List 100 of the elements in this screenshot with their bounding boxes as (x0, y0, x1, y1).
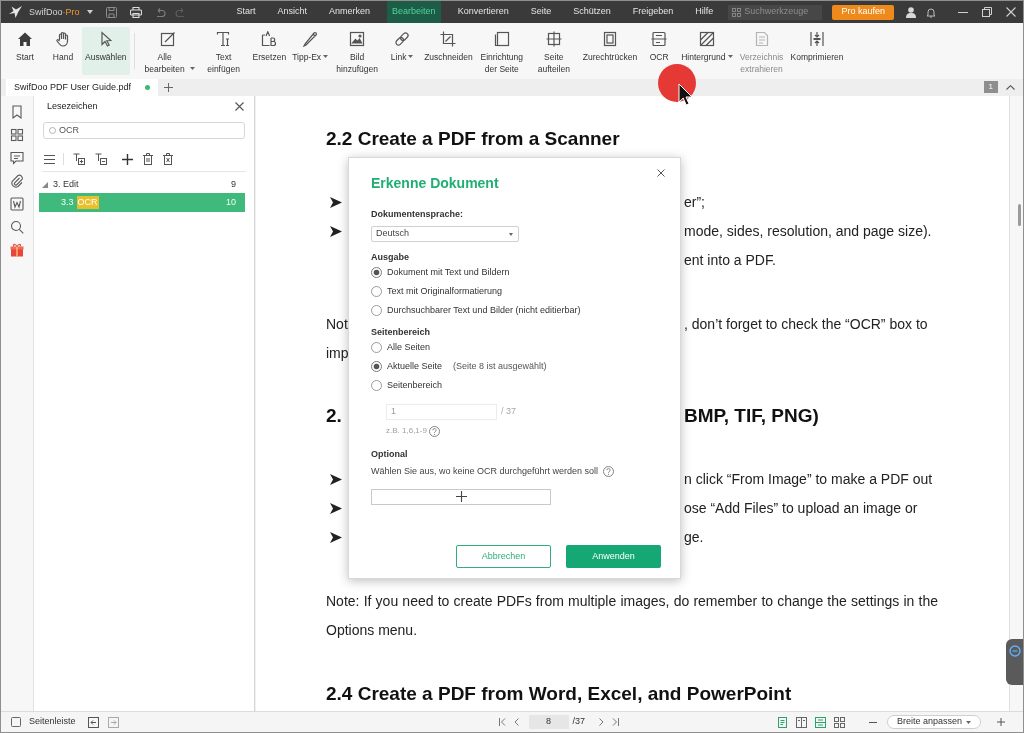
radio-button[interactable] (371, 342, 382, 353)
page-number-field[interactable]: 8 (528, 715, 569, 729)
hint-text: z.B. 1,6,1-9 (386, 425, 427, 437)
menu-tab[interactable]: Start (231, 1, 261, 23)
menu-tab[interactable]: Schützen (568, 1, 616, 23)
language-dropdown[interactable]: Deutsch (371, 226, 519, 242)
menu-tab[interactable]: Hilfe (690, 1, 719, 23)
undo-icon[interactable] (154, 7, 166, 17)
menu-tab[interactable]: Ansicht (272, 1, 313, 23)
page-grid-icon[interactable] (833, 716, 845, 728)
trash-icon[interactable] (143, 153, 153, 165)
comment-icon[interactable] (10, 151, 24, 165)
frame-icon (601, 31, 618, 47)
toolbar-button[interactable]: Komprimieren (787, 27, 847, 64)
toolbar-button[interactable]: Zurechtrücken (579, 27, 641, 64)
user-icon[interactable] (906, 6, 916, 18)
replace-icon (261, 31, 278, 47)
gift-icon[interactable] (10, 243, 24, 257)
radio-button[interactable] (371, 305, 382, 316)
bookmark-search-field[interactable]: OCR (43, 122, 245, 139)
back-icon[interactable] (87, 716, 99, 728)
bell-icon[interactable] (926, 6, 936, 18)
side-tab-icon[interactable] (1006, 639, 1023, 685)
toolbar-button[interactable]: Tipp-Ex (289, 27, 332, 64)
single-page-icon[interactable] (776, 716, 788, 728)
menu-tab[interactable]: Anmerken (324, 1, 376, 23)
expanded-triangle-icon[interactable] (42, 181, 48, 188)
toolbar-button[interactable]: Auswählen (82, 27, 130, 75)
toolbar-button[interactable]: OCR (640, 27, 679, 64)
sidebar-checkbox[interactable] (11, 717, 21, 727)
save-icon[interactable] (105, 6, 117, 18)
bookmark-item[interactable]: 3. Edit 9 (39, 176, 245, 193)
bookmark-icon[interactable] (10, 105, 24, 119)
radio-label[interactable]: Dokument mit Text und Bildern (387, 265, 510, 280)
section-label: Ausgabe (371, 251, 410, 263)
toolbar-button[interactable]: Link (383, 27, 422, 64)
body-text: Not (326, 314, 348, 334)
paperclip-icon[interactable] (10, 174, 24, 188)
radio-label[interactable]: Durchsuchbarer Text und Bilder (nicht editierbar) (387, 303, 581, 318)
toolbar-button[interactable]: Bild hinzufügen (331, 27, 384, 76)
toolbar-button[interactable]: Alle bearbeiten (138, 27, 198, 76)
radio-label[interactable]: Seitenbereich (387, 378, 443, 393)
toolbar-button[interactable]: Einrichtung der Seite (475, 27, 528, 76)
menu-tab[interactable]: Freigeben (627, 1, 679, 23)
radio-button[interactable] (371, 267, 382, 278)
zoom-in-icon[interactable] (997, 718, 1005, 726)
minimize-icon[interactable] (958, 11, 968, 13)
text-box-icon[interactable] (95, 153, 107, 165)
document-tab[interactable]: SwifDoo PDF User Guide.pdf (6, 79, 159, 96)
menu-tab[interactable]: Bearbeiten (387, 1, 441, 23)
radio-button[interactable] (371, 361, 382, 372)
menu-tab[interactable]: Seite (525, 1, 557, 23)
text-box-plus-icon[interactable] (73, 153, 85, 165)
bullet-arrow-icon (330, 474, 342, 486)
radio-button[interactable] (371, 380, 382, 391)
restore-icon[interactable] (982, 7, 992, 17)
checkbox-label[interactable]: Seitenleiste (29, 715, 76, 729)
toolbar-button[interactable]: Seite aufteilen (527, 27, 580, 76)
menu-icon[interactable] (44, 154, 55, 164)
pencil-icon (302, 31, 319, 47)
search-icon[interactable] (10, 220, 24, 234)
radio-button[interactable] (371, 286, 382, 297)
help-icon[interactable] (603, 466, 615, 478)
instruction-text: Wählen Sie aus, wo keine OCR durchgeführt werden soll (371, 465, 599, 478)
toolbar-button[interactable]: Ersetzen (249, 27, 290, 64)
menu-tab[interactable]: Konvertieren (452, 1, 514, 23)
scrollbar-thumb[interactable] (1018, 204, 1021, 226)
thumbnails-icon[interactable] (10, 128, 24, 142)
first-page-icon[interactable] (498, 718, 506, 726)
help-icon[interactable] (428, 425, 440, 437)
caret-icon (509, 232, 513, 236)
body-text: ent into a PDF. (684, 250, 777, 270)
hatched-square-icon (698, 31, 715, 47)
toolbar-button[interactable]: Text einfügen (197, 27, 250, 76)
chevron-up-icon[interactable] (1006, 85, 1015, 90)
plus-icon[interactable] (122, 153, 133, 165)
previous-page-icon[interactable] (513, 718, 519, 726)
toolbar-button[interactable]: Start (6, 27, 44, 64)
radio-label[interactable]: Text mit Originalformatierung (387, 284, 503, 299)
section-label: Optional (371, 448, 409, 460)
next-page-icon[interactable] (599, 718, 605, 726)
scroll-page-icon[interactable] (814, 716, 826, 728)
last-page-icon[interactable] (612, 718, 620, 726)
zoom-dropdown[interactable]: Breite anpassen (886, 715, 981, 729)
toolbar-button[interactable]: Hintergrund (678, 27, 736, 64)
word-file-icon[interactable] (10, 197, 24, 211)
two-page-icon[interactable] (795, 716, 807, 728)
radio-label[interactable]: Aktuelle Seite (387, 359, 443, 374)
plus-icon (455, 491, 467, 502)
toolbar-button[interactable]: Hand (44, 27, 82, 64)
delete-all-icon[interactable] (163, 153, 173, 165)
page-number: 10 (226, 195, 236, 209)
toolbar-button[interactable]: Zuschneiden (421, 27, 476, 64)
print-icon[interactable] (129, 6, 142, 18)
close-icon[interactable] (235, 102, 244, 111)
radio-label[interactable]: Alle Seiten (387, 340, 431, 355)
dialog-title: Erkenne Dokument (371, 174, 500, 192)
close-icon[interactable] (657, 169, 665, 177)
search-field[interactable]: Suchwerkzeuge (728, 4, 823, 20)
caret-icon[interactable] (86, 10, 93, 14)
